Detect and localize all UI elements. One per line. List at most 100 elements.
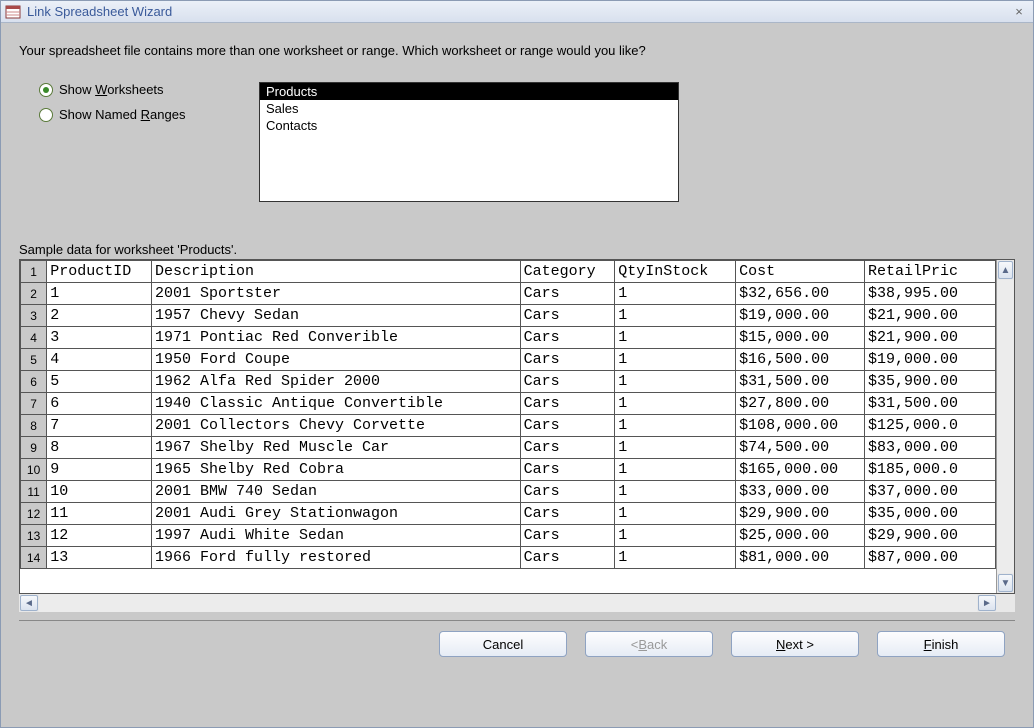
column-header: Description [151,261,520,283]
cell: 1950 Ford Coupe [151,349,520,371]
cell: 1940 Classic Antique Convertible [151,393,520,415]
cell: Cars [520,393,615,415]
scroll-down-icon[interactable]: ▼ [998,574,1013,592]
cell: $87,000.00 [865,547,996,569]
cell: $31,500.00 [736,371,865,393]
radio-label: Show Worksheets [59,82,164,97]
wizard-content: Your spreadsheet file contains more than… [1,23,1033,727]
cancel-button[interactable]: Cancel [439,631,567,657]
list-item[interactable]: Products [260,83,678,100]
cell: 1 [615,525,736,547]
app-icon [5,4,21,20]
cell: 1 [615,349,736,371]
cell: 5 [47,371,152,393]
source-chooser: Show Worksheets Show Named Ranges Produc… [19,82,1015,202]
row-header: 9 [21,437,47,459]
cell: 10 [47,481,152,503]
cell: 2001 Collectors Chevy Corvette [151,415,520,437]
scroll-track[interactable] [997,280,1014,573]
cell: 2001 Audi Grey Stationwagon [151,503,520,525]
cell: 1 [615,327,736,349]
list-item[interactable]: Sales [260,100,678,117]
row-header: 10 [21,459,47,481]
cell: 3 [47,327,152,349]
cell: $31,500.00 [865,393,996,415]
vertical-scrollbar[interactable]: ▲ ▼ [996,260,1014,593]
row-header: 8 [21,415,47,437]
cell: 1 [615,305,736,327]
cell: Cars [520,349,615,371]
cell: $19,000.00 [865,349,996,371]
radio-show-named-ranges[interactable]: Show Named Ranges [39,107,219,122]
cell: 2 [47,305,152,327]
cell: Cars [520,547,615,569]
cell: 1 [615,415,736,437]
grid-viewport[interactable]: 1ProductIDDescriptionCategoryQtyInStockC… [20,260,996,593]
cell: 6 [47,393,152,415]
cell: $33,000.00 [736,481,865,503]
window-title: Link Spreadsheet Wizard [27,4,172,19]
sample-data-label: Sample data for worksheet 'Products'. [19,242,1015,257]
cell: $35,000.00 [865,503,996,525]
cell: $165,000.00 [736,459,865,481]
divider [19,620,1015,621]
cell: 12 [47,525,152,547]
cell: 1962 Alfa Red Spider 2000 [151,371,520,393]
cell: $21,900.00 [865,305,996,327]
back-button: < Back [585,631,713,657]
scroll-right-icon[interactable]: ► [978,595,996,611]
scroll-track[interactable] [39,594,977,612]
cell: $19,000.00 [736,305,865,327]
cell: Cars [520,503,615,525]
finish-button[interactable]: Finish [877,631,1005,657]
instruction-text: Your spreadsheet file contains more than… [19,43,1015,58]
table-row: 541950 Ford CoupeCars1$16,500.00$19,000.… [21,349,996,371]
cell: 2001 BMW 740 Sedan [151,481,520,503]
cell: 1957 Chevy Sedan [151,305,520,327]
cell: $74,500.00 [736,437,865,459]
cell: $29,900.00 [865,525,996,547]
column-header: Category [520,261,615,283]
column-header: RetailPric [865,261,996,283]
cell: 7 [47,415,152,437]
radio-dot-icon [39,83,53,97]
radio-dot-icon [39,108,53,122]
row-header: 2 [21,283,47,305]
cell: $15,000.00 [736,327,865,349]
list-item[interactable]: Contacts [260,117,678,134]
worksheet-listbox[interactable]: ProductsSalesContacts [259,82,679,202]
cell: Cars [520,283,615,305]
titlebar: Link Spreadsheet Wizard × [1,1,1033,23]
table-row: 1091965 Shelby Red CobraCars1$165,000.00… [21,459,996,481]
row-header: 4 [21,327,47,349]
column-header: QtyInStock [615,261,736,283]
scroll-up-icon[interactable]: ▲ [998,261,1013,279]
next-button[interactable]: Next > [731,631,859,657]
row-header: 5 [21,349,47,371]
cell: $27,800.00 [736,393,865,415]
cell: $35,900.00 [865,371,996,393]
table-row: 872001 Collectors Chevy CorvetteCars1$10… [21,415,996,437]
cell: $25,000.00 [736,525,865,547]
cell: 1 [615,393,736,415]
cell: 1 [47,283,152,305]
cell: $16,500.00 [736,349,865,371]
scroll-left-icon[interactable]: ◄ [20,595,38,611]
cell: 9 [47,459,152,481]
cell: 1966 Ford fully restored [151,547,520,569]
row-header: 7 [21,393,47,415]
table-row: 212001 SportsterCars1$32,656.00$38,995.0… [21,283,996,305]
row-header: 13 [21,525,47,547]
cell: 2001 Sportster [151,283,520,305]
horizontal-scrollbar[interactable]: ◄ ► [19,594,997,612]
close-button[interactable]: × [1009,4,1029,20]
cell: $32,656.00 [736,283,865,305]
column-header: Cost [736,261,865,283]
cell: $37,000.00 [865,481,996,503]
wizard-window: Link Spreadsheet Wizard × Your spreadshe… [0,0,1034,728]
radio-show-worksheets[interactable]: Show Worksheets [39,82,219,97]
cell: Cars [520,459,615,481]
table-row: 13121997 Audi White SedanCars1$25,000.00… [21,525,996,547]
table-row: 651962 Alfa Red Spider 2000Cars1$31,500.… [21,371,996,393]
cell: Cars [520,327,615,349]
